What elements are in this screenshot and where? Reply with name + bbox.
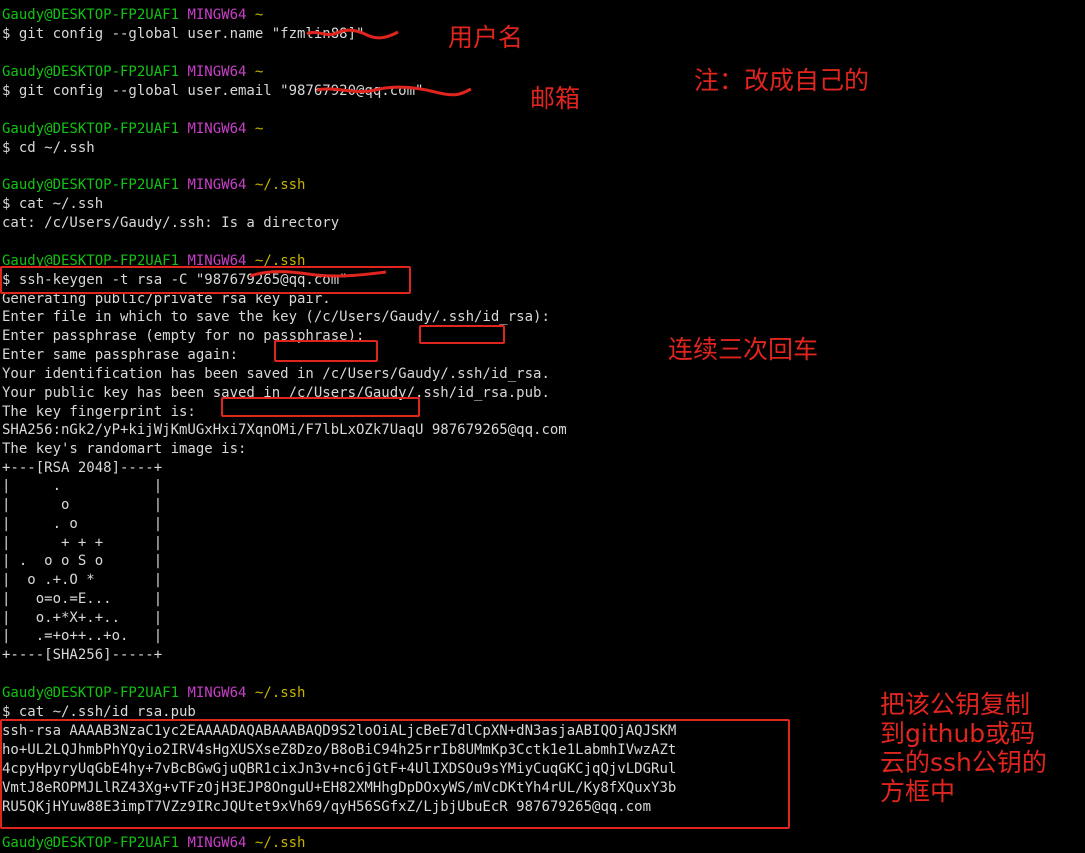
prompt-system: MINGW64	[187, 7, 247, 23]
copy-note: 把该公钥复制 到github或码 云的ssh公钥的 方框中	[880, 690, 1047, 806]
enter-note: 连续三次回车	[668, 335, 819, 364]
output-line: The key's randomart image is:	[2, 441, 247, 457]
redaction-scribble	[305, 28, 400, 40]
prompt-system: MINGW64	[187, 64, 247, 80]
randomart-line: | o.+*X+.+.. |	[2, 610, 163, 626]
output-line: The key fingerprint is:	[2, 404, 196, 420]
command-line: $ cd ~/.ssh	[2, 140, 95, 156]
prompt-line: Gaudy@DESKTOP-FP2UAF1 MINGW64 ~/.ssh	[2, 684, 305, 703]
public-key-highlight	[0, 719, 790, 829]
prompt-path: ~	[254, 7, 264, 23]
prompt-line: Gaudy@DESKTOP-FP2UAF1 MINGW64 ~	[2, 120, 263, 139]
redaction-scribble	[315, 85, 473, 97]
randomart-line: | . |	[2, 478, 163, 494]
prompt-line: Gaudy@DESKTOP-FP2UAF1 MINGW64 ~	[2, 6, 263, 25]
prompt-line: Gaudy@DESKTOP-FP2UAF1 MINGW64 ~	[2, 63, 263, 82]
randomart-line: | . o |	[2, 516, 163, 532]
fingerprint-highlight	[221, 397, 420, 417]
passphrase-highlight-2	[274, 340, 378, 362]
change-note: 注：改成自己的	[694, 66, 870, 95]
output-line: Your identification has been saved in /c…	[2, 366, 550, 382]
prompt-line: Gaudy@DESKTOP-FP2UAF1 MINGW64 ~/.ssh	[2, 176, 305, 195]
prompt-system: MINGW64	[187, 177, 247, 193]
prompt-path: ~	[254, 121, 264, 137]
prompt-path: ~/.ssh	[254, 685, 306, 701]
passphrase-highlight-1	[419, 325, 505, 344]
prompt-path: ~	[254, 64, 264, 80]
prompt-system: MINGW64	[187, 685, 247, 701]
prompt-system: MINGW64	[187, 121, 247, 137]
prompt-path: ~/.ssh	[254, 177, 306, 193]
randomart-line: | .=+o++..+o. |	[2, 628, 163, 644]
randomart-line: | o .+.O * |	[2, 572, 163, 588]
prompt-system: MINGW64	[187, 835, 247, 851]
username-note: 用户名	[448, 23, 524, 52]
output-line: Enter same passphrase again:	[2, 347, 239, 363]
prompt-user: Gaudy@DESKTOP-FP2UAF1	[2, 835, 180, 851]
randomart-line: | o |	[2, 497, 163, 513]
randomart-line: +----[SHA256]-----+	[2, 647, 163, 663]
randomart-line: +---[RSA 2048]----+	[2, 460, 163, 476]
email-note: 邮箱	[530, 84, 581, 113]
randomart-line: | + + + |	[2, 535, 163, 551]
prompt-user: Gaudy@DESKTOP-FP2UAF1	[2, 685, 180, 701]
prompt-user: Gaudy@DESKTOP-FP2UAF1	[2, 64, 180, 80]
prompt-user: Gaudy@DESKTOP-FP2UAF1	[2, 7, 180, 23]
prompt-user: Gaudy@DESKTOP-FP2UAF1	[2, 121, 180, 137]
prompt-path: ~/.ssh	[254, 835, 306, 851]
randomart-line: | . o o S o |	[2, 553, 163, 569]
fingerprint-line: SHA256:nGk2/yP+kijWjKmUGxHxi7XqnOMi/F7lb…	[2, 422, 567, 438]
prompt-line: Gaudy@DESKTOP-FP2UAF1 MINGW64 ~/.ssh	[2, 834, 305, 853]
prompt-user: Gaudy@DESKTOP-FP2UAF1	[2, 177, 180, 193]
keygen-command-highlight	[0, 266, 411, 294]
randomart-line: | o=o.=E... |	[2, 591, 163, 607]
command-line: $ cat ~/.ssh	[2, 196, 104, 212]
output-line: cat: /c/Users/Gaudy/.ssh: Is a directory	[2, 215, 340, 231]
